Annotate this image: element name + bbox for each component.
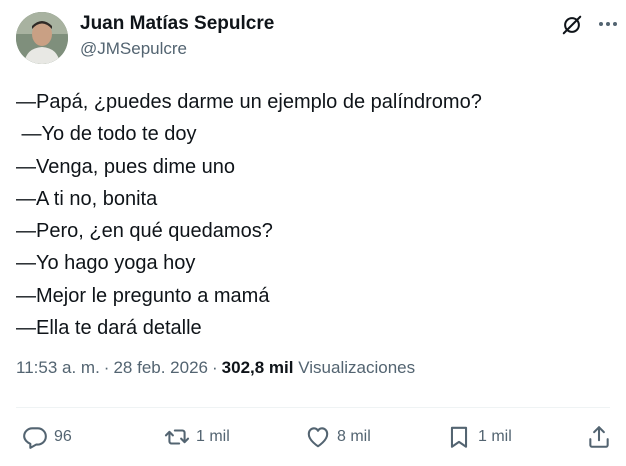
tweet-meta: 11:53 a. m. · 28 feb. 2026 · 302,8 mil Visua… xyxy=(16,358,415,378)
tweet-line: —A ti no, bonita xyxy=(16,187,158,210)
share-button[interactable] xyxy=(586,423,612,451)
tweet-time[interactable]: 11:53 a. m. xyxy=(16,358,100,377)
like-button[interactable]: 8 mil xyxy=(305,423,371,451)
views-label: Visualizaciones xyxy=(298,358,416,377)
reply-icon xyxy=(23,427,47,449)
bookmark-count: 1 mil xyxy=(478,428,512,445)
tweet-line: —Mejor le pregunto a mamá xyxy=(16,284,270,307)
reply-button[interactable]: 96 xyxy=(22,423,72,451)
more-icon[interactable] xyxy=(597,18,619,30)
grok-icon[interactable] xyxy=(561,14,583,36)
tweet-line: —Pero, ¿en qué quedamos? xyxy=(16,220,273,243)
tweet-date[interactable]: 28 feb. 2026 xyxy=(113,358,208,377)
bookmark-icon xyxy=(450,426,468,448)
tweet-text: —Papá, ¿puedes darme un ejemplo de palín… xyxy=(16,86,616,344)
like-count: 8 mil xyxy=(337,428,371,445)
tweet-line: —Ella te dará detalle xyxy=(16,317,202,340)
author-name[interactable]: Juan Matías Sepulcre xyxy=(80,13,274,35)
heart-icon xyxy=(307,427,329,448)
divider xyxy=(16,407,610,408)
bookmark-button[interactable]: 1 mil xyxy=(446,423,512,451)
share-icon xyxy=(589,426,609,448)
tweet-line: —Yo hago yoga hoy xyxy=(16,252,196,275)
tweet-line: —Venga, pues dime uno xyxy=(16,155,236,178)
repost-button[interactable]: 1 mil xyxy=(164,423,230,451)
tweet-line: —Yo de todo te doy xyxy=(16,123,197,146)
author-handle[interactable]: @JMSepulcre xyxy=(80,39,187,59)
meta-separator: · xyxy=(212,358,218,377)
reply-count: 96 xyxy=(54,428,72,445)
views-count: 302,8 mil xyxy=(221,358,294,377)
repost-count: 1 mil xyxy=(196,428,230,445)
tweet-card: Juan Matías Sepulcre @JMSepulcre —Papá, … xyxy=(0,0,626,466)
tweet-line: —Papá, ¿puedes darme un ejemplo de palín… xyxy=(16,91,482,113)
repost-icon xyxy=(164,429,190,445)
avatar[interactable] xyxy=(16,12,68,64)
meta-separator: · xyxy=(103,358,110,377)
